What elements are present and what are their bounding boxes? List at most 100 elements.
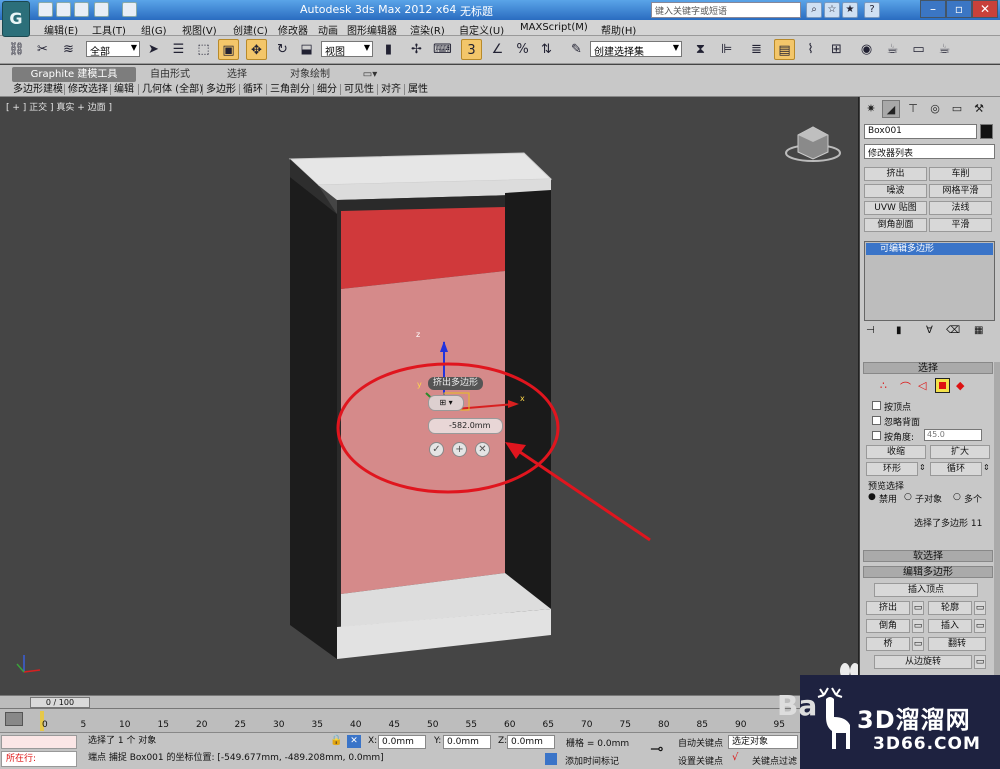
caddy-cancel-icon[interactable]: ✕ [475, 442, 490, 457]
select-rotate-icon[interactable]: ↻ [272, 39, 293, 60]
link-icon[interactable]: ⛓ [6, 39, 27, 60]
menu-help[interactable]: 帮助(H) [601, 22, 636, 37]
favorites-icon[interactable]: ★ [842, 2, 858, 18]
perspective-viewport[interactable]: [ + ] 正交 ] 真实 + 边面 ] z x y 挤出多边形 ⊞ ▾ -58… [0, 97, 859, 695]
menu-graph-editors[interactable]: 图形编辑器 [347, 22, 397, 37]
make-unique-icon[interactable]: ∀ [926, 325, 933, 336]
modifier-lathe-button[interactable]: 车削 [929, 167, 992, 181]
modifier-bevel-profile-button[interactable]: 倒角剖面 [864, 218, 927, 232]
select-scale-icon[interactable]: ⬓ [296, 39, 317, 60]
outline-settings-icon[interactable]: ▭ [974, 601, 986, 615]
extrude-button[interactable]: 挤出 [866, 601, 910, 615]
named-selection-dropdown[interactable]: 创建选择集 [590, 41, 682, 58]
outline-button[interactable]: 轮廓 [928, 601, 972, 615]
select-move-icon[interactable]: ✥ [246, 39, 267, 60]
menu-customize[interactable]: 自定义(U) [459, 22, 504, 37]
inset-button[interactable]: 插入 [928, 619, 972, 633]
bind-spacewarp-icon[interactable]: ≋ [58, 39, 79, 60]
preview-multi-radio[interactable]: ○ [953, 492, 961, 502]
new-file-icon[interactable] [38, 2, 53, 17]
modifier-smooth-button[interactable]: 平滑 [929, 218, 992, 232]
track-bar[interactable]: 0 5 10 15 20 25 30 35 40 45 50 55 60 65 70 75 80 85 90 95 [0, 708, 859, 732]
inset-settings-icon[interactable]: ▭ [974, 619, 986, 633]
set-key-button[interactable]: 设置关键点 [678, 754, 723, 767]
render-setup-icon[interactable]: ☕ [882, 39, 903, 60]
ribbon-modify-selection[interactable]: 修改选择 [68, 83, 108, 96]
angle-snap-icon[interactable]: ∠ [487, 39, 508, 60]
graphite-toggle-icon[interactable]: ▤ [774, 39, 795, 60]
percent-snap-icon[interactable]: % [512, 39, 533, 60]
utilities-tab-icon[interactable]: ⚒ [970, 100, 988, 118]
caddy-apply-icon[interactable]: + [452, 442, 467, 457]
loop-button[interactable]: 循环 [930, 462, 982, 476]
spinner-snap-icon[interactable]: ⇅ [536, 39, 557, 60]
mirror-icon[interactable]: ⧗ [690, 39, 711, 60]
caddy-height-input[interactable]: -582.0mm [428, 418, 503, 434]
menu-create[interactable]: 创建(C) [233, 22, 268, 37]
time-tag-icon[interactable] [545, 753, 557, 765]
bridge-settings-icon[interactable]: ▭ [912, 637, 924, 651]
grow-button[interactable]: 扩大 [930, 445, 990, 459]
modifier-meshsmooth-button[interactable]: 网格平滑 [929, 184, 992, 198]
menu-edit[interactable]: 编辑(E) [44, 22, 78, 37]
time-slider-track[interactable]: 0 / 100 [0, 695, 859, 708]
undo-icon[interactable] [94, 2, 109, 17]
modifier-normal-button[interactable]: 法线 [929, 201, 992, 215]
selection-rollout-header[interactable]: 选择 [863, 362, 993, 374]
pivot-center-icon[interactable]: ▮ [378, 39, 399, 60]
save-file-icon[interactable] [74, 2, 89, 17]
select-by-name-icon[interactable]: ☰ [168, 39, 189, 60]
hinge-from-edge-button[interactable]: 从边旋转 [874, 655, 972, 669]
hinge-settings-icon[interactable]: ▭ [974, 655, 986, 669]
polygon-mode-icon[interactable] [935, 378, 950, 393]
key-filter-icon[interactable]: √ [732, 752, 738, 763]
menu-animation[interactable]: 动画 [318, 22, 338, 37]
insert-vertex-button[interactable]: 插入顶点 [874, 583, 978, 597]
shrink-button[interactable]: 收缩 [866, 445, 926, 459]
time-slider-thumb[interactable]: 0 / 100 [30, 697, 90, 708]
ribbon-options-icon[interactable]: ▭▾ [360, 67, 380, 82]
ref-coord-dropdown[interactable]: 视图 [321, 41, 373, 58]
modifier-stack[interactable]: 可编辑多边形 [864, 241, 995, 321]
modify-tab-icon[interactable]: ◢ [882, 100, 900, 118]
binoculars-icon[interactable]: ⌕ [806, 2, 822, 18]
extrude-settings-icon[interactable]: ▭ [912, 601, 924, 615]
flip-button[interactable]: 翻转 [928, 637, 986, 651]
tab-object-paint[interactable]: 对象绘制 [280, 67, 340, 82]
ribbon-geometry-all[interactable]: 几何体 (全部) [142, 83, 203, 96]
bridge-button[interactable]: 桥 [866, 637, 910, 651]
add-time-tag[interactable]: 添加时间标记 [565, 754, 619, 767]
help-icon[interactable]: ? [864, 2, 880, 18]
ribbon-visibility[interactable]: 可见性 [344, 83, 374, 96]
close-button[interactable]: ✕ [972, 0, 998, 18]
keyboard-shortcut-icon[interactable]: ⌨ [432, 39, 453, 60]
border-mode-icon[interactable]: ◁ [918, 379, 926, 392]
hierarchy-tab-icon[interactable]: ⊤ [904, 100, 922, 118]
absolute-mode-icon[interactable]: ✕ [347, 735, 361, 748]
ribbon-loops[interactable]: 循环 [243, 83, 263, 96]
element-mode-icon[interactable]: ◆ [956, 379, 964, 392]
render-production-icon[interactable]: ☕ [934, 39, 955, 60]
key-mode-icon[interactable]: ⊸ [650, 739, 663, 758]
panel-scrollbar[interactable] [994, 362, 1000, 695]
preview-subobject-radio[interactable]: ○ [904, 492, 912, 502]
ribbon-polygons[interactable]: 多边形 [206, 83, 236, 96]
modifier-list-dropdown[interactable]: 修改器列表 [864, 144, 995, 159]
angle-spinner[interactable]: 45.0 [924, 429, 982, 441]
stack-item-editable-poly[interactable]: 可编辑多边形 [866, 243, 993, 255]
display-tab-icon[interactable]: ▭ [948, 100, 966, 118]
ring-spinner[interactable]: ⇕ [919, 463, 926, 472]
key-selection-dropdown[interactable]: 选定对象 [728, 735, 798, 749]
object-name-field[interactable]: Box001 [864, 124, 977, 139]
subscription-icon[interactable]: ☆ [824, 2, 840, 18]
minimize-button[interactable]: – [920, 0, 946, 18]
ribbon-subdivision[interactable]: 细分 [317, 83, 337, 96]
window-crossing-icon[interactable]: ▣ [218, 39, 239, 60]
y-coord-input[interactable]: 0.0mm [443, 735, 491, 749]
lock-selection-icon[interactable]: 🔒 [330, 735, 342, 746]
menu-rendering[interactable]: 渲染(R) [410, 22, 445, 37]
layer-manager-icon[interactable]: ≣ [746, 39, 767, 60]
tab-graphite-modeling[interactable]: Graphite 建模工具 [12, 67, 136, 82]
maxscript-listener[interactable] [1, 735, 77, 749]
select-manipulate-icon[interactable]: ✢ [406, 39, 427, 60]
